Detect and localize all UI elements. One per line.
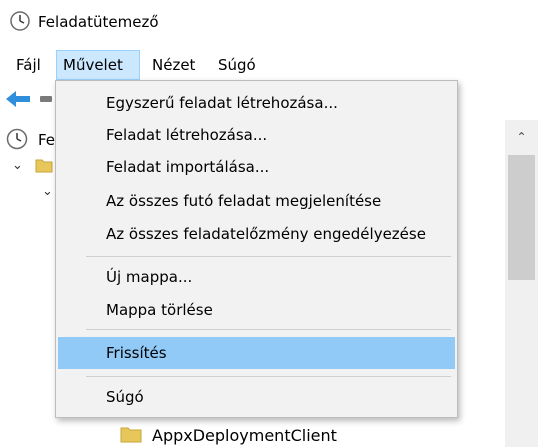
menu-separator	[86, 329, 451, 330]
tree-folder-appx[interactable]: AppxDeploymentClient	[152, 426, 337, 445]
menu-item-enable-history[interactable]: Az összes feladatelőzmény engedélyezése	[58, 218, 455, 250]
vertical-scrollbar[interactable]: ⌃	[505, 120, 538, 447]
menu-action[interactable]: Művelet	[56, 50, 140, 80]
chevron-up-icon[interactable]: ⌃	[505, 130, 538, 148]
menu-item-show-running-tasks[interactable]: Az összes futó feladat megjelenítése	[58, 185, 455, 217]
window-title: Feladatütemező	[38, 13, 159, 31]
menu-item-help[interactable]: Súgó	[58, 381, 455, 413]
folder-icon	[120, 427, 142, 443]
menu-file[interactable]: Fájl	[10, 50, 47, 80]
forward-icon[interactable]	[40, 96, 52, 102]
clock-icon	[6, 128, 28, 150]
menu-item-import-task[interactable]: Feladat importálása...	[58, 151, 455, 183]
menu-item-create-task[interactable]: Feladat létrehozása...	[58, 119, 455, 151]
menu-item-create-basic-task[interactable]: Egyszerű feladat létrehozása...	[58, 87, 455, 119]
folder-icon	[35, 159, 53, 173]
title-bar: Feladatütemező	[0, 0, 538, 44]
menu-item-refresh[interactable]: Frissítés	[58, 337, 455, 369]
scroll-thumb[interactable]	[508, 155, 535, 280]
back-arrow-icon[interactable]	[6, 90, 32, 108]
menu-item-new-folder[interactable]: Új mappa...	[58, 261, 455, 293]
menu-bar: Fájl Művelet Nézet Súgó	[0, 50, 538, 80]
menu-view[interactable]: Nézet	[146, 50, 201, 80]
menu-separator	[86, 256, 451, 257]
chevron-down-icon[interactable]: ⌄	[12, 158, 23, 173]
tree-root-label[interactable]: Fe	[38, 131, 55, 149]
clock-icon	[10, 11, 30, 31]
chevron-down-icon[interactable]: ⌄	[42, 184, 53, 199]
menu-item-delete-folder[interactable]: Mappa törlése	[58, 294, 455, 326]
action-menu-dropdown: Egyszerű feladat létrehozása... Feladat …	[55, 80, 458, 418]
menu-help[interactable]: Súgó	[212, 50, 262, 80]
menu-separator	[86, 376, 451, 377]
